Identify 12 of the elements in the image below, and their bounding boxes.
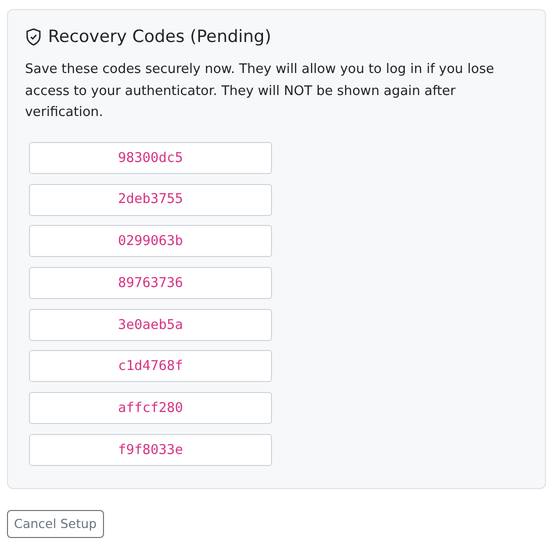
- shield-check-icon: [25, 28, 42, 46]
- card-title: Recovery Codes (Pending): [48, 27, 272, 48]
- recovery-code: 89763736: [29, 266, 272, 299]
- description-text: Save these codes securely now. They will allow you to log in if you lose access to your authenticator. They will NOT be shown again after verification.: [25, 61, 496, 122]
- cancel-button[interactable]: Cancel Setup: [7, 510, 104, 538]
- recovery-code: 98300dc5: [29, 142, 272, 174]
- recovery-code: 2deb3755: [29, 184, 272, 216]
- recovery-code: affcf280: [29, 392, 272, 424]
- recovery-code: 0299063b: [29, 225, 272, 258]
- recovery-code: f9f8033e: [29, 434, 272, 466]
- recovery-code: c1d4768f: [29, 350, 272, 382]
- recovery-code: 3e0aeb5a: [29, 308, 272, 341]
